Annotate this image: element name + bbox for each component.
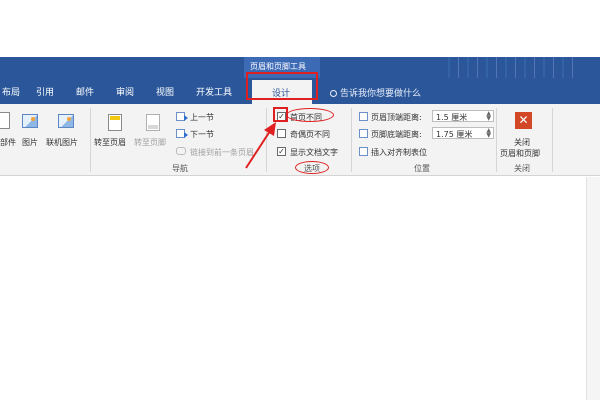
picture-icon [22, 114, 38, 128]
next-section-button[interactable]: 下一节 [190, 129, 214, 140]
context-group-label: 页眉和页脚工具 [250, 62, 306, 71]
close-header-footer-button[interactable]: 页眉和页脚 [500, 148, 540, 159]
different-first-page-oval [286, 108, 334, 122]
picture-button[interactable]: 图片 [22, 137, 38, 148]
tell-me-box[interactable]: 告诉我你想要做什么 [330, 86, 421, 99]
link-icon [176, 147, 186, 155]
close-group-label: 关闭 [514, 164, 530, 173]
vertical-scrollbar[interactable] [586, 177, 600, 400]
align-tab-icon [359, 147, 368, 156]
tab-review[interactable]: 审阅 [116, 85, 134, 98]
position-group-label: 位置 [414, 164, 430, 173]
previous-section-icon [176, 112, 188, 121]
go-to-footer-icon [146, 114, 160, 131]
close-button-line1[interactable]: 关闭 [514, 137, 530, 148]
document-page[interactable] [0, 177, 586, 400]
spinner-arrows-icon[interactable]: ▲ ▼ [486, 128, 491, 139]
tab-view[interactable]: 视图 [156, 85, 174, 98]
show-document-text-label: 显示文档文字 [290, 148, 338, 157]
header-top-icon [359, 112, 368, 121]
different-odd-even-label: 奇偶页不同 [290, 130, 330, 139]
group-divider [496, 108, 497, 172]
footer-bottom-icon [359, 129, 368, 138]
previous-section-button[interactable]: 上一节 [190, 112, 214, 123]
header-top-spinner[interactable]: 1.5 厘米 ▲ ▼ [432, 110, 494, 122]
title-bar-pattern [440, 57, 580, 78]
spinner-arrows-icon[interactable]: ▲ ▼ [486, 111, 491, 122]
close-icon[interactable]: ✕ [515, 112, 532, 129]
desktop-strip [0, 0, 600, 57]
navigation-group-label: 导航 [172, 164, 188, 173]
tab-layout[interactable]: 布局 [2, 85, 20, 98]
header-top-label: 页眉顶端距离: [371, 113, 422, 122]
quick-parts-button[interactable]: 部件 [0, 137, 16, 148]
quick-parts-icon [0, 112, 10, 129]
tab-references[interactable]: 引用 [36, 85, 54, 98]
tab-mailings[interactable]: 邮件 [76, 85, 94, 98]
go-to-footer-button[interactable]: 转至页脚 [134, 137, 166, 148]
group-divider [552, 108, 553, 172]
header-top-value: 1.5 厘米 [436, 113, 468, 122]
footer-bottom-label: 页脚底端距离: [371, 130, 422, 139]
online-picture-icon [58, 114, 74, 128]
lightbulb-icon [330, 90, 337, 97]
group-divider [351, 108, 352, 172]
next-section-icon [176, 129, 188, 138]
footer-bottom-spinner[interactable]: 1.75 厘米 ▲ ▼ [432, 127, 494, 139]
group-divider [90, 108, 91, 172]
options-label-oval [295, 161, 329, 174]
window-title: 文档1 - Word [34, 7, 90, 17]
go-to-header-button[interactable]: 转至页眉 [94, 137, 126, 148]
design-tab-highlight [246, 72, 318, 100]
online-picture-button[interactable]: 联机图片 [46, 137, 78, 148]
go-to-header-icon [108, 114, 122, 131]
footer-bottom-value: 1.75 厘米 [436, 130, 473, 139]
annotation-arrow-icon [245, 122, 276, 169]
insert-alignment-tab-button[interactable]: 插入对齐制表位 [371, 147, 427, 158]
tab-developer[interactable]: 开发工具 [196, 85, 232, 98]
tell-me-text: 告诉我你想要做什么 [340, 89, 422, 99]
